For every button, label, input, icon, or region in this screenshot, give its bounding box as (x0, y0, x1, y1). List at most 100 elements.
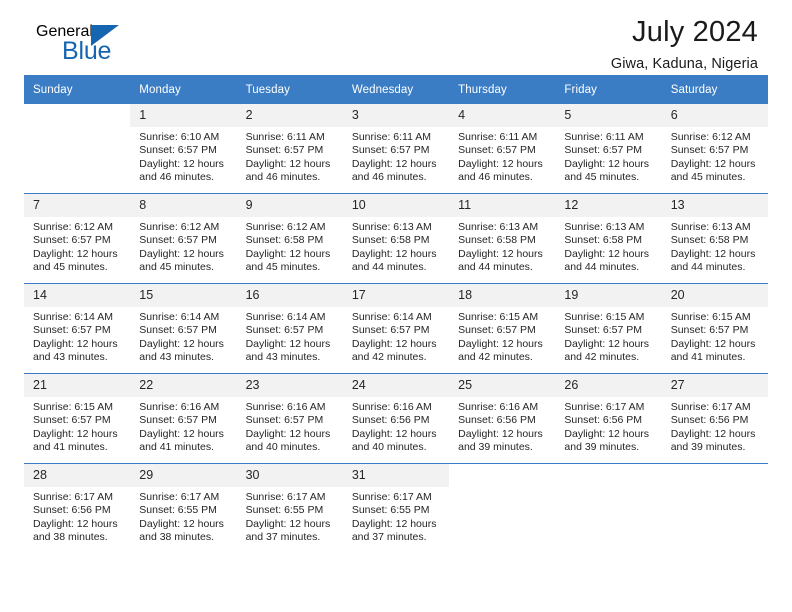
day-details: Sunrise: 6:15 AM Sunset: 6:57 PM Daylight:… (24, 397, 130, 455)
calendar-day-cell-empty (24, 104, 131, 194)
calendar-day-cell[interactable]: 6 Sunrise: 6:12 AM Sunset: 6:57 PM Daylight… (661, 104, 768, 194)
calendar-day-cell[interactable]: 2 Sunrise: 6:11 AM Sunset: 6:57 PM Daylight… (236, 104, 343, 194)
sunrise-text: Sunrise: 6:16 AM (458, 401, 539, 413)
calendar-table: Sunday Monday Tuesday Wednesday Thursday… (24, 75, 768, 553)
day-details: Sunrise: 6:13 AM Sunset: 6:58 PM Daylight:… (662, 217, 768, 275)
calendar-day-cell[interactable]: 24 Sunrise: 6:16 AM Sunset: 6:56 PM Dayligh… (342, 373, 450, 464)
day-details: Sunrise: 6:17 AM Sunset: 6:56 PM Daylight:… (662, 397, 768, 455)
calendar-day-cell[interactable]: 16 Sunrise: 6:14 AM Sunset: 6:57 PM Dayligh… (236, 283, 343, 374)
day-details: Sunrise: 6:15 AM Sunset: 6:57 PM Daylight:… (449, 307, 555, 365)
calendar-day-cell[interactable]: 7 Sunrise: 6:12 AM Sunset: 6:57 PM Daylight… (24, 193, 131, 284)
sunrise-text: Sunrise: 6:14 AM (245, 311, 326, 323)
calendar-day-cell[interactable]: 17 Sunrise: 6:14 AM Sunset: 6:57 PM Dayligh… (342, 283, 450, 374)
calendar-day-cell[interactable]: 27 Sunrise: 6:17 AM Sunset: 6:56 PM Dayligh… (661, 373, 768, 464)
weekday-header-monday: Monday (130, 75, 237, 104)
day-details: Sunrise: 6:16 AM Sunset: 6:57 PM Daylight:… (237, 397, 343, 455)
calendar-day-cell[interactable]: 8 Sunrise: 6:12 AM Sunset: 6:57 PM Daylight… (130, 193, 237, 284)
daylight-text-line1: Daylight: 12 hours (139, 247, 224, 260)
calendar-day-cell[interactable]: 11 Sunrise: 6:13 AM Sunset: 6:58 PM Dayligh… (449, 193, 556, 284)
daylight-text-line2: and 44 minutes. (458, 261, 533, 274)
day-details: Sunrise: 6:11 AM Sunset: 6:57 PM Daylight:… (237, 127, 343, 185)
calendar-day-cell[interactable]: 29 Sunrise: 6:17 AM Sunset: 6:55 PM Dayligh… (130, 463, 237, 553)
calendar-day-cell[interactable]: 12 Sunrise: 6:13 AM Sunset: 6:58 PM Dayligh… (555, 193, 662, 284)
day-details: Sunrise: 6:11 AM Sunset: 6:57 PM Daylight:… (449, 127, 555, 185)
daylight-text-line1: Daylight: 12 hours (245, 157, 331, 170)
day-details: Sunrise: 6:15 AM Sunset: 6:57 PM Daylight:… (662, 307, 768, 365)
sunrise-text: Sunrise: 6:16 AM (245, 401, 326, 413)
daylight-text-line1: Daylight: 12 hours (351, 157, 437, 170)
day-number (449, 464, 556, 487)
daylight-text-line1: Daylight: 12 hours (351, 517, 437, 530)
day-number: 14 (24, 284, 131, 307)
daylight-text-line1: Daylight: 12 hours (458, 337, 543, 350)
daylight-text-line1: Daylight: 12 hours (458, 427, 543, 440)
day-details: Sunrise: 6:16 AM Sunset: 6:56 PM Daylight:… (343, 397, 449, 455)
calendar-day-cell[interactable]: 1 Sunrise: 6:10 AM Sunset: 6:57 PM Daylight… (130, 104, 237, 194)
daylight-text-line2: and 45 minutes. (139, 261, 214, 274)
calendar-day-cell[interactable]: 4 Sunrise: 6:11 AM Sunset: 6:57 PM Daylight… (449, 104, 556, 194)
day-number: 31 (342, 464, 450, 487)
sunrise-text: Sunrise: 6:13 AM (351, 221, 432, 233)
calendar-day-cell[interactable]: 10 Sunrise: 6:13 AM Sunset: 6:58 PM Dayligh… (342, 193, 450, 284)
calendar-day-cell[interactable]: 14 Sunrise: 6:14 AM Sunset: 6:57 PM Dayligh… (24, 283, 131, 374)
calendar-day-cell[interactable]: 23 Sunrise: 6:16 AM Sunset: 6:57 PM Dayligh… (236, 373, 343, 464)
calendar-week-row: 21 Sunrise: 6:15 AM Sunset: 6:57 PM Dayligh… (24, 373, 768, 464)
sunset-text: Sunset: 6:57 PM (351, 144, 430, 157)
daylight-text-line2: and 45 minutes. (564, 171, 640, 184)
day-details: Sunrise: 6:16 AM Sunset: 6:56 PM Daylight:… (449, 397, 555, 455)
day-details: Sunrise: 6:17 AM Sunset: 6:56 PM Daylight:… (555, 397, 661, 455)
calendar-header-row: Sunday Monday Tuesday Wednesday Thursday… (24, 75, 768, 104)
day-number: 4 (449, 104, 556, 127)
calendar-day-cell[interactable]: 18 Sunrise: 6:15 AM Sunset: 6:57 PM Dayligh… (449, 283, 556, 374)
calendar-day-cell[interactable]: 26 Sunrise: 6:17 AM Sunset: 6:56 PM Dayligh… (555, 373, 662, 464)
sunset-text: Sunset: 6:58 PM (245, 234, 324, 247)
sunrise-text: Sunrise: 6:14 AM (33, 311, 113, 323)
day-number: 10 (342, 194, 450, 217)
day-number: 8 (130, 194, 237, 217)
sunrise-text: Sunrise: 6:17 AM (139, 491, 220, 503)
general-blue-logo[interactable]: General Blue (36, 24, 119, 64)
sunset-text: Sunset: 6:55 PM (351, 504, 430, 517)
weekday-header-saturday: Saturday (661, 75, 768, 104)
day-number: 18 (449, 284, 556, 307)
daylight-text-line1: Daylight: 12 hours (670, 157, 756, 170)
day-details: Sunrise: 6:11 AM Sunset: 6:57 PM Daylight:… (343, 127, 449, 185)
calendar-day-cell[interactable]: 3 Sunrise: 6:11 AM Sunset: 6:57 PM Daylight… (342, 104, 450, 194)
day-details: Sunrise: 6:14 AM Sunset: 6:57 PM Daylight:… (24, 307, 130, 365)
calendar-body: 1 Sunrise: 6:10 AM Sunset: 6:57 PM Daylight… (24, 104, 768, 553)
calendar-day-cell[interactable]: 5 Sunrise: 6:11 AM Sunset: 6:57 PM Daylight… (555, 104, 662, 194)
sunset-text: Sunset: 6:56 PM (33, 504, 111, 517)
sunrise-text: Sunrise: 6:12 AM (670, 131, 751, 143)
day-number (661, 464, 768, 487)
calendar-day-cell[interactable]: 9 Sunrise: 6:12 AM Sunset: 6:58 PM Daylight… (236, 193, 343, 284)
calendar-day-cell[interactable]: 19 Sunrise: 6:15 AM Sunset: 6:57 PM Dayligh… (555, 283, 662, 374)
calendar-day-cell[interactable]: 20 Sunrise: 6:15 AM Sunset: 6:57 PM Dayligh… (661, 283, 768, 374)
daylight-text-line2: and 37 minutes. (245, 531, 321, 544)
day-number: 27 (661, 374, 768, 397)
day-number: 16 (236, 284, 343, 307)
calendar-day-cell[interactable]: 13 Sunrise: 6:13 AM Sunset: 6:58 PM Dayligh… (661, 193, 768, 284)
calendar-day-cell[interactable]: 28 Sunrise: 6:17 AM Sunset: 6:56 PM Dayligh… (24, 463, 131, 553)
calendar-day-cell[interactable]: 22 Sunrise: 6:16 AM Sunset: 6:57 PM Dayligh… (130, 373, 237, 464)
daylight-text-line1: Daylight: 12 hours (351, 337, 437, 350)
daylight-text-line1: Daylight: 12 hours (139, 427, 224, 440)
day-number: 3 (342, 104, 450, 127)
daylight-text-line2: and 40 minutes. (245, 441, 321, 454)
day-details: Sunrise: 6:17 AM Sunset: 6:55 PM Daylight:… (343, 487, 449, 545)
daylight-text-line2: and 39 minutes. (564, 441, 640, 454)
day-details: Sunrise: 6:14 AM Sunset: 6:57 PM Daylight:… (237, 307, 343, 365)
calendar-day-cell[interactable]: 15 Sunrise: 6:14 AM Sunset: 6:57 PM Dayligh… (130, 283, 237, 374)
daylight-text-line1: Daylight: 12 hours (564, 247, 650, 260)
calendar-day-cell[interactable]: 21 Sunrise: 6:15 AM Sunset: 6:57 PM Dayligh… (24, 373, 131, 464)
day-number: 28 (24, 464, 131, 487)
calendar-day-cell[interactable]: 31 Sunrise: 6:17 AM Sunset: 6:55 PM Dayligh… (342, 463, 450, 553)
calendar-day-cell[interactable]: 25 Sunrise: 6:16 AM Sunset: 6:56 PM Dayligh… (449, 373, 556, 464)
sunrise-text: Sunrise: 6:16 AM (139, 401, 220, 413)
sunset-text: Sunset: 6:57 PM (670, 324, 749, 337)
calendar-day-cell[interactable]: 30 Sunrise: 6:17 AM Sunset: 6:55 PM Dayligh… (236, 463, 343, 553)
daylight-text-line2: and 38 minutes. (33, 531, 108, 544)
daylight-text-line1: Daylight: 12 hours (351, 247, 437, 260)
sunset-text: Sunset: 6:55 PM (245, 504, 324, 517)
daylight-text-line1: Daylight: 12 hours (245, 337, 331, 350)
sunset-text: Sunset: 6:55 PM (139, 504, 217, 517)
